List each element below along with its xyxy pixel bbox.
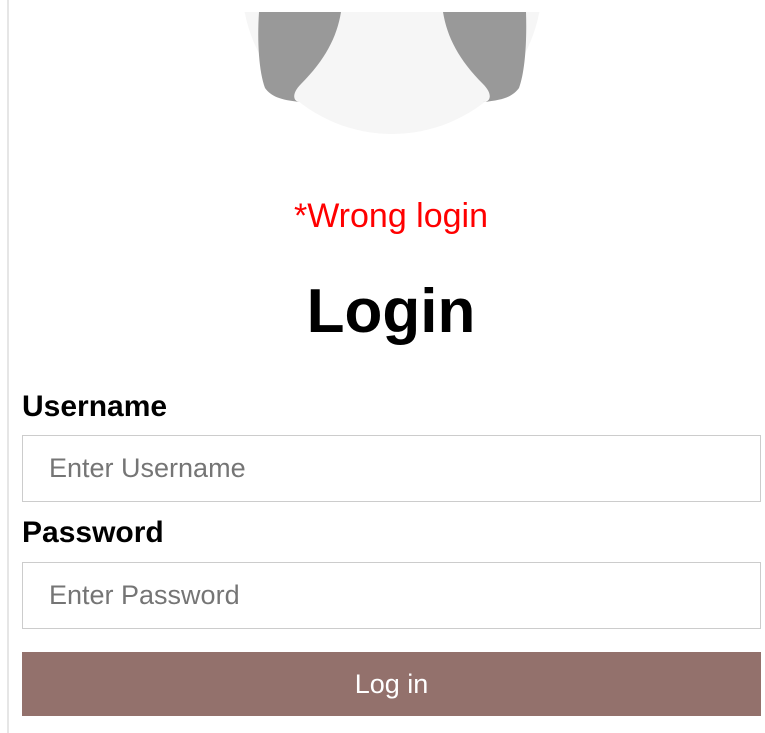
login-button[interactable]: Log in <box>22 652 761 716</box>
login-title: Login <box>306 277 476 346</box>
password-input[interactable] <box>22 562 761 629</box>
login-page: *Wrong login Login Username Password Log… <box>0 0 765 733</box>
user-avatar-icon <box>244 12 540 134</box>
password-label: Password <box>22 516 164 549</box>
login-error-message: *Wrong login <box>293 197 489 235</box>
left-border-divider <box>7 0 9 733</box>
avatar <box>243 12 541 134</box>
username-label: Username <box>22 390 168 423</box>
username-input[interactable] <box>22 435 761 502</box>
